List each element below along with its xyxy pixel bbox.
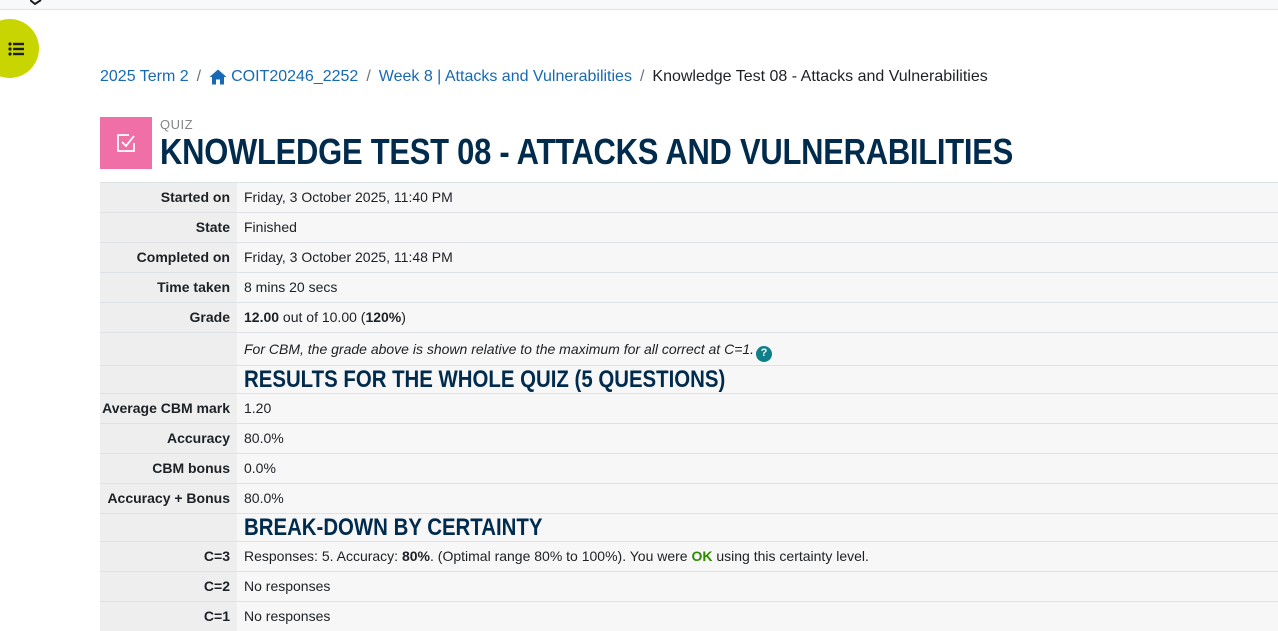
time-taken-label: Time taken (100, 272, 237, 303)
course-index-toggle-button[interactable] (0, 19, 39, 78)
table-row: Accuracy + Bonus 80.0% (100, 482, 1278, 513)
time-taken-value: 8 mins 20 secs (237, 272, 1278, 303)
c3-accuracy: 80% (401, 547, 430, 564)
c1-label: C=1 (100, 600, 237, 631)
grade-label: Grade (100, 302, 237, 333)
table-row: C=2 No responses (100, 570, 1278, 601)
quiz-activity-icon (100, 117, 152, 169)
breadcrumb-current: Knowledge Test 08 - Attacks and Vulnerab… (652, 68, 988, 85)
table-row: State Finished (100, 212, 1278, 243)
quiz-review-summary-table: Started on Friday, 3 October 2025, 11:40… (100, 182, 1278, 631)
cbm-bonus-value: 0.0% (237, 452, 1278, 483)
accuracy-bonus-value: 80.0% (237, 482, 1278, 513)
results-heading: RESULTS FOR THE WHOLE QUIZ (5 QUESTIONS) (244, 365, 726, 393)
c3-label: C=3 (100, 540, 237, 571)
started-on-label: Started on (100, 182, 237, 213)
breakdown-heading: BREAK-DOWN BY CERTAINTY (244, 513, 543, 541)
breadcrumb-course-link[interactable]: COIT20246_2252 (209, 67, 358, 87)
navbar-edge-icon (30, 0, 42, 5)
c1-value: No responses (237, 600, 1278, 631)
table-row: For CBM, the grade above is shown relati… (100, 332, 1278, 365)
c3-value: Responses: 5. Accuracy: 80%. (Optimal ra… (237, 540, 1278, 571)
table-row: BREAK-DOWN BY CERTAINTY (100, 512, 1278, 541)
breadcrumb-term-link[interactable]: 2025 Term 2 (100, 67, 189, 87)
started-on-value: Friday, 3 October 2025, 11:40 PM (237, 182, 1278, 213)
breadcrumb-separator: / (366, 68, 371, 85)
table-row: C=1 No responses (100, 600, 1278, 631)
empty-label (100, 364, 237, 393)
table-row: Accuracy 80.0% (100, 422, 1278, 453)
breadcrumb-week-link[interactable]: Week 8 | Attacks and Vulnerabilities (379, 67, 632, 87)
grade-value: 12.00 out of 10.00 (120%) (237, 302, 1278, 333)
results-heading-cell: RESULTS FOR THE WHOLE QUIZ (5 QUESTIONS) (237, 364, 1278, 393)
state-value: Finished (237, 212, 1278, 243)
breadcrumb: 2025 Term 2 / COIT20246_2252 / Week 8 | … (100, 67, 988, 87)
cbm-note: For CBM, the grade above is shown relati… (237, 332, 1278, 365)
c2-label: C=2 (100, 570, 237, 601)
page-title: KNOWLEDGE TEST 08 - ATTACKS AND VULNERAB… (160, 131, 1014, 172)
help-icon[interactable]: ? (756, 345, 773, 362)
top-navbar (0, 0, 1278, 10)
state-label: State (100, 212, 237, 243)
cbm-bonus-label: CBM bonus (100, 452, 237, 483)
grade-close: ) (401, 309, 406, 325)
breakdown-heading-cell: BREAK-DOWN BY CERTAINTY (237, 512, 1278, 541)
table-row: Completed on Friday, 3 October 2025, 11:… (100, 242, 1278, 273)
cbm-note-text: For CBM, the grade above is shown relati… (244, 341, 755, 357)
completed-on-label: Completed on (100, 242, 237, 273)
grade-percent: 120% (365, 309, 402, 325)
table-row: Started on Friday, 3 October 2025, 11:40… (100, 182, 1278, 213)
accuracy-bonus-label: Accuracy + Bonus (100, 482, 237, 513)
average-cbm-mark-label: Average CBM mark (100, 392, 237, 423)
average-cbm-mark-value: 1.20 (237, 392, 1278, 423)
grade-score: 12.00 (244, 309, 280, 325)
breadcrumb-separator: / (196, 68, 202, 85)
table-row: RESULTS FOR THE WHOLE QUIZ (5 QUESTIONS) (100, 364, 1278, 393)
table-row: Average CBM mark 1.20 (100, 392, 1278, 423)
list-icon (8, 41, 24, 56)
quiz-checkbox-icon (117, 134, 135, 152)
accuracy-value: 80.0% (237, 422, 1278, 453)
ok-status: OK (691, 547, 713, 564)
grade-out-of: out of 10.00 ( (279, 309, 366, 325)
table-row: C=3 Responses: 5. Accuracy: 80%. (Optima… (100, 540, 1278, 571)
table-row: CBM bonus 0.0% (100, 452, 1278, 483)
breadcrumb-separator: / (639, 68, 645, 85)
empty-label (100, 512, 237, 541)
accuracy-label: Accuracy (100, 422, 237, 453)
completed-on-value: Friday, 3 October 2025, 11:48 PM (237, 242, 1278, 273)
table-row: Time taken 8 mins 20 secs (100, 272, 1278, 303)
empty-label (100, 332, 237, 365)
table-row: Grade 12.00 out of 10.00 (120%) (100, 302, 1278, 333)
c2-value: No responses (237, 570, 1278, 601)
home-icon (209, 69, 227, 85)
